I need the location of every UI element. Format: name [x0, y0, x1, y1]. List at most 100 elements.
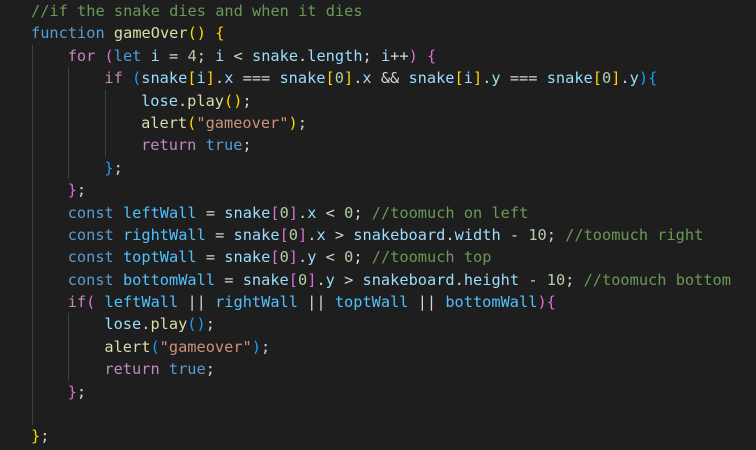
code-line[interactable]: }; [31, 179, 756, 202]
code-token: toptWall [334, 293, 409, 312]
code-token: 0 [601, 69, 612, 88]
code-token: alert [104, 337, 151, 356]
code-token: ; [297, 113, 307, 132]
code-line-content: return true; [104, 358, 215, 380]
code-token: ) [638, 69, 649, 88]
code-line[interactable]: return true; [31, 134, 756, 157]
code-token: true [168, 360, 206, 379]
code-token: const [67, 248, 114, 267]
code-line[interactable]: const bottomWall = snake[0].y > snakeboa… [31, 268, 756, 292]
indent-guide [31, 291, 33, 314]
indent-guide [31, 403, 33, 426]
code-token: || [297, 293, 335, 312]
code-line-content: lose.play(); [141, 90, 252, 112]
code-token: ; [76, 382, 87, 401]
code-token: gameOver [113, 24, 188, 43]
code-line[interactable]: }; [31, 380, 756, 404]
code-token: ; [353, 248, 372, 267]
code-token: || [178, 293, 216, 312]
code-line-content: function gameOver() { [31, 22, 224, 44]
code-token: [ [270, 248, 280, 267]
code-token: { [427, 46, 437, 65]
code-line[interactable]: for (let i = 4; i < snake.length; i++) { [31, 44, 756, 68]
code-line-content: const bottomWall = snake[0].y > snakeboa… [68, 269, 731, 291]
code-token: ] [343, 69, 354, 88]
code-line-content: }; [68, 381, 86, 403]
code-token: 0 [279, 248, 289, 267]
code-token: snakeboard [362, 270, 455, 289]
code-line[interactable]: function gameOver() { [31, 22, 756, 44]
code-token: ( [150, 337, 160, 356]
code-line-content: }; [68, 179, 86, 201]
code-token: ; [353, 203, 372, 222]
code-token: ] [472, 69, 483, 88]
code-token: && [371, 69, 409, 88]
code-token: snake [224, 248, 271, 267]
code-token: [ [187, 69, 197, 88]
code-line[interactable]: if( leftWall || rightWall || toptWall ||… [31, 291, 756, 314]
indent-guide [68, 313, 70, 336]
code-line[interactable]: const rightWall = snake[0]. x > snakeboar… [31, 223, 756, 247]
code-token: } [67, 181, 77, 200]
indent-guide [31, 156, 33, 180]
code-token: snake [279, 69, 326, 88]
code-token: ; [546, 225, 566, 244]
code-token: . [454, 270, 464, 289]
code-line[interactable]: lose.play(); [31, 89, 756, 112]
code-token: ; [242, 91, 252, 110]
code-token: snake [224, 203, 271, 222]
code-line[interactable]: }; [31, 156, 756, 180]
code-area[interactable]: //if the snake dies and when it dies func… [31, 0, 756, 448]
code-line[interactable]: const leftWall = snake[0].x < 0; //toomu… [31, 201, 756, 224]
code-line-content: //if the snake dies and when it dies [31, 0, 363, 22]
code-token: 4 [187, 46, 197, 65]
code-token: const [67, 203, 114, 222]
code-line[interactable] [31, 403, 756, 426]
code-token: [ [279, 225, 289, 244]
indent-guide [31, 335, 33, 359]
code-token: ] [205, 69, 215, 88]
code-editor[interactable]: //if the snake dies and when it dies func… [0, 0, 756, 450]
indent-guide [68, 67, 70, 90]
code-token: . [316, 270, 326, 289]
code-token: . [298, 203, 308, 222]
code-line[interactable]: return true; [31, 358, 756, 381]
code-line-content: lose.play(); [104, 313, 215, 335]
code-token: rightWall [122, 225, 206, 244]
code-token: "gameover" [196, 113, 289, 132]
indent-guide [68, 134, 70, 157]
code-line[interactable]: //if the snake dies and when it dies [31, 0, 756, 22]
indent-guide [31, 179, 33, 202]
code-token: ; [205, 360, 215, 379]
code-line[interactable]: alert("gameover"); [31, 335, 756, 359]
code-line[interactable]: lose.play(); [31, 313, 756, 336]
code-token: for [67, 46, 96, 65]
code-token: - [500, 225, 529, 244]
code-token: return [141, 136, 197, 155]
code-line[interactable]: }; [31, 425, 756, 447]
code-token: leftWall [122, 203, 197, 222]
code-token: lose [141, 91, 178, 110]
code-token: if [104, 69, 123, 88]
code-token: > [334, 270, 363, 289]
code-token: ] [288, 248, 299, 267]
indent-guide [31, 201, 33, 224]
code-token: . [298, 46, 308, 65]
code-token: [ [325, 69, 335, 88]
code-line[interactable]: const toptWall = snake[0].y < 0; //toomu… [31, 246, 756, 269]
indent-guide [68, 156, 70, 180]
code-token: x [316, 225, 326, 244]
code-line[interactable]: alert("gameover"); [31, 111, 756, 135]
code-token: const [67, 270, 114, 289]
code-token: = [205, 225, 234, 244]
code-token: function [31, 24, 105, 43]
code-line[interactable]: if (snake[i].x === snake[0].x && snake[i… [31, 67, 756, 90]
code-token: //toomuch bottom [583, 270, 731, 289]
indent-guide [104, 89, 106, 112]
code-line-content: }; [104, 157, 122, 179]
